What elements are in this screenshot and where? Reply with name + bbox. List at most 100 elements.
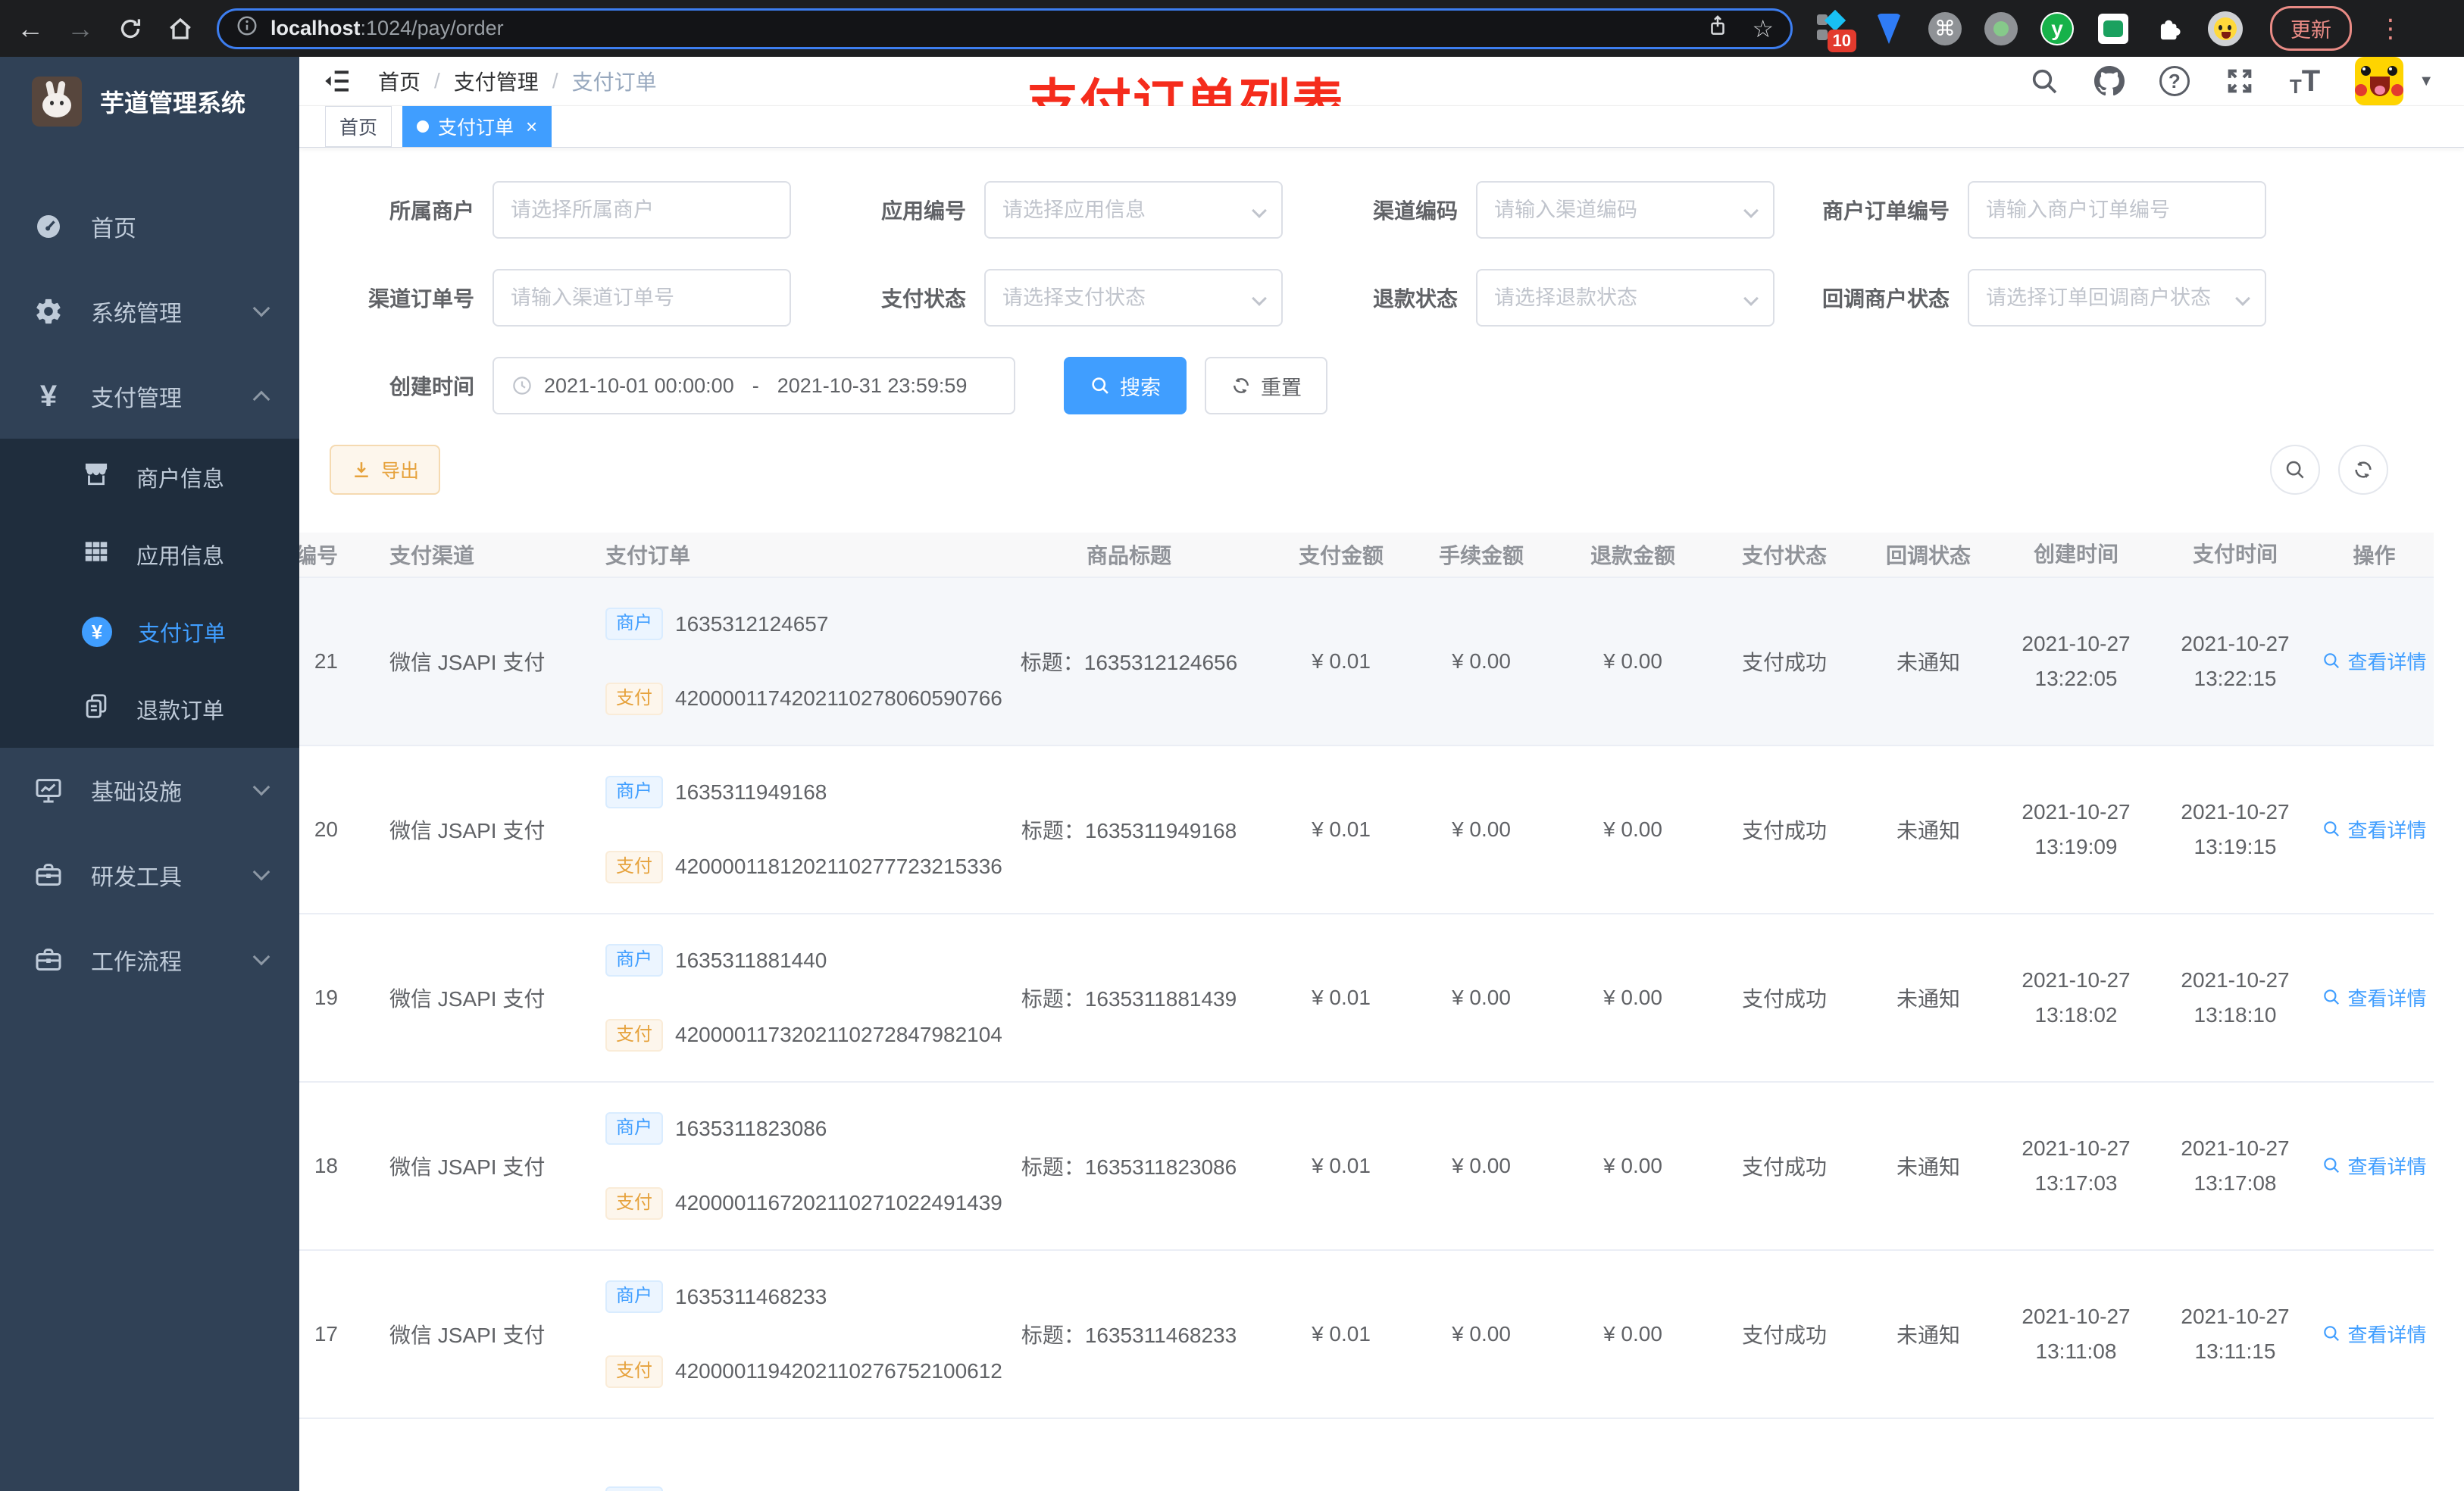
extension-command-icon[interactable]: ⌘ [1928,11,1962,46]
channel-code-select[interactable] [1476,181,1775,239]
close-icon[interactable]: × [526,115,537,139]
extensions-puzzle-icon[interactable] [2152,11,2187,46]
sidebar-item-system[interactable]: 系统管理 [0,269,299,354]
hide-search-button[interactable] [2270,445,2320,495]
url-bar[interactable]: localhost:1024/pay/order ☆ [217,8,1793,49]
clock-icon [513,377,531,395]
pay-tag: 支付 [605,851,663,883]
header-search-icon[interactable] [2029,66,2059,96]
app-select[interactable] [984,181,1283,239]
download-icon [355,462,368,478]
extension-gem-icon[interactable] [1871,11,1906,46]
notify-status-select[interactable] [1968,269,2266,327]
search-icon [2324,821,2340,837]
extension-y-icon[interactable]: y [2040,11,2075,46]
logo-image [32,77,82,127]
search-icon [2286,461,2304,479]
extension-chat-icon[interactable] [2096,11,2131,46]
pay-tag: 支付 [605,1019,663,1052]
merchant-tag: 商户 [605,1280,663,1313]
extension-pinned-icon[interactable]: 10 [1815,9,1856,52]
share-icon[interactable] [1706,14,1729,42]
github-icon[interactable] [2093,66,2125,96]
active-dot [417,120,430,133]
refund-status-select[interactable] [1476,269,1775,327]
browser-menu-icon[interactable]: ⋮ [2375,14,2406,44]
view-detail-link[interactable]: 查看详情 [2322,1320,2427,1348]
sidebar-item-workflow[interactable]: 工作流程 [0,917,299,1002]
browser-update-button[interactable]: 更新 [2270,6,2352,51]
payment-submenu: 商户信息 应用信息 ¥ 支付订单 退款订单 [0,439,299,748]
yen-icon: ¥ [39,380,58,413]
profile-avatar-icon[interactable] [2208,11,2243,46]
filter-refund-status: 退款状态 [1313,269,1775,327]
table-row[interactable]: 21 微信 JSAPI 支付 商户 1635312124657 支付 4200001… [299,578,2434,746]
sidebar-item-devtools[interactable]: 研发工具 [0,833,299,917]
url-text: localhost:1024/pay/order [270,17,504,39]
browser-home-button[interactable] [167,15,194,42]
user-avatar[interactable] [2355,57,2404,105]
sidebar-item-merchant-info[interactable]: 商户信息 [0,439,299,516]
search-icon [1092,377,1108,394]
pay-status-select[interactable] [984,269,1283,327]
browser-reload-button[interactable] [117,15,144,42]
help-icon[interactable]: ? [2159,66,2190,96]
table-row[interactable]: 18 微信 JSAPI 支付 商户 1635311823086 支付 4200001… [299,1083,2434,1251]
table-row[interactable]: 20 微信 JSAPI 支付 商户 1635311949168 支付 4200001… [299,746,2434,914]
avatar-caret-icon[interactable]: ▼ [2419,73,2434,90]
table-row[interactable]: 19 微信 JSAPI 支付 商户 1635311881440 支付 4200001… [299,914,2434,1083]
table-header-row: 编号 支付渠道 支付订单 商品标题 支付金额 手续金额 退款金额 支付状态 回调… [299,533,2434,578]
merchant-tag: 商户 [605,1486,663,1491]
sidebar-item-app-info[interactable]: 应用信息 [0,516,299,593]
view-detail-link[interactable]: 查看详情 [2322,815,2427,843]
browser-chrome: ← → localhost:1024/pay/order ☆ 10 ⌘ y 更新… [0,0,2464,57]
tab-home[interactable]: 首页 [325,106,392,147]
app-title: 芋道管理系统 [100,89,246,117]
reset-button[interactable]: 重置 [1205,357,1327,414]
tab-pay-order[interactable]: 支付订单 × [402,106,552,147]
tags-view: 首页 支付订单 × [299,106,2464,148]
search-button[interactable]: 搜索 [1064,357,1187,414]
refresh-table-button[interactable] [2338,445,2388,495]
merchant-order-no-input[interactable] [1968,181,2266,239]
chevron-down-icon [252,778,270,796]
breadcrumb-payment[interactable]: 支付管理 [454,66,539,96]
extension-badge: 10 [1827,29,1856,52]
view-detail-link[interactable]: 查看详情 [2322,1152,2427,1180]
filter-app: 应用编号 [821,181,1283,239]
channel-order-no-input[interactable] [492,269,791,327]
sidebar-item-infra[interactable]: 基础设施 [0,748,299,833]
pay-tag: 支付 [605,683,663,715]
sidebar-item-home[interactable]: 首页 [0,184,299,269]
sidebar-fold-icon[interactable] [322,66,352,96]
search-icon [2324,1158,2340,1174]
breadcrumb: 首页 / 支付管理 / 支付订单 [378,66,657,96]
search-icon [2324,1326,2340,1342]
browser-back-button[interactable]: ← [17,14,44,42]
sidebar-item-refund-order[interactable]: 退款订单 [0,670,299,748]
merchant-tag: 商户 [605,776,663,808]
site-info-icon[interactable] [236,14,258,42]
fullscreen-icon[interactable] [2225,66,2255,96]
sidebar-item-pay-order[interactable]: ¥ 支付订单 [0,593,299,670]
view-detail-link[interactable]: 查看详情 [2322,983,2427,1011]
filter-notify-status: 回调商户状态 [1805,269,2266,327]
date-range-picker[interactable]: 2021-10-01 00:00:00 - 2021-10-31 23:59:5… [492,357,1015,414]
table-row[interactable]: 17 微信 JSAPI 支付 商户 1635311468233 支付 4200001… [299,1251,2434,1419]
app-header: 首页 / 支付管理 / 支付订单 支付订单列表 ? TT ▼ [299,57,2464,133]
font-size-icon[interactable]: TT [2290,66,2320,96]
sidebar-logo[interactable]: 芋道管理系统 [0,57,299,146]
sidebar-item-payment[interactable]: ¥ 支付管理 [0,354,299,439]
browser-forward-button[interactable]: → [67,14,94,42]
grid-icon [82,537,111,572]
breadcrumb-home[interactable]: 首页 [378,66,421,96]
merchant-input[interactable] [492,181,791,239]
document-icon [82,692,111,727]
export-button[interactable]: 导出 [330,445,441,495]
chevron-up-icon [252,390,270,408]
view-detail-link[interactable]: 查看详情 [2322,647,2427,675]
table-row[interactable]: 商户1635311251726 [299,1419,2434,1491]
merchant-tag: 商户 [605,944,663,977]
bookmark-star-icon[interactable]: ☆ [1752,14,1774,43]
extension-record-icon[interactable] [1984,11,2018,46]
